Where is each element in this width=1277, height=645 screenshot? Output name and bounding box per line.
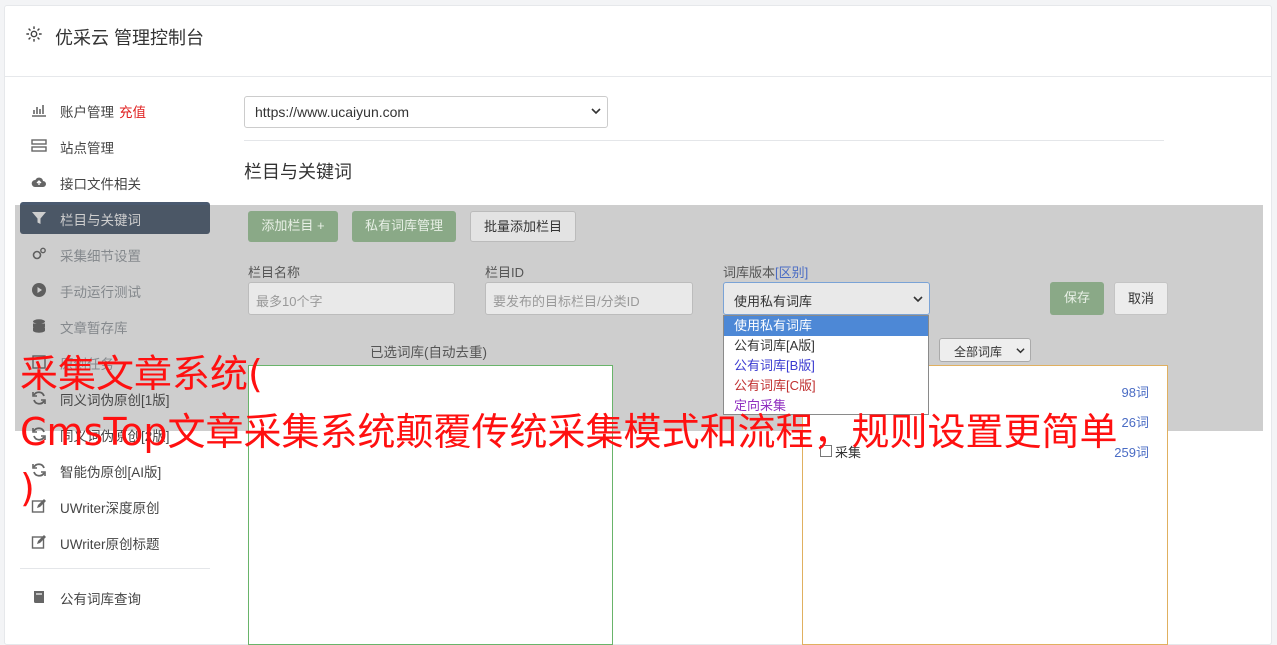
column-id-label: 栏目ID [485, 265, 525, 280]
overlay-caption-line2: CmsTop文章采集系统颠覆传统采集模式和流程，规则设置更简单 [20, 410, 1118, 454]
chevron-down-icon [913, 296, 923, 303]
selected-panel-title: 已选词库(自动去重) [370, 345, 487, 360]
divider [244, 140, 1164, 141]
sidebar-item-uwriter-deep[interactable]: UWriter深度原创 [20, 490, 210, 522]
sidebar-item-public-lib[interactable]: 公有词库查询 [20, 581, 210, 613]
sidebar-item-label: 账户管理 [60, 105, 114, 120]
cancel-button[interactable]: 取消 [1114, 282, 1168, 315]
header: 优采云 管理控制台 [5, 6, 1271, 77]
lib-count: 98词 [1121, 385, 1149, 400]
site-select[interactable]: https://www.ucaiyun.com [244, 96, 608, 128]
sidebar-item-interface[interactable]: 接口文件相关 [20, 166, 210, 198]
column-id-placeholder: 要发布的目标栏目/分类ID [493, 294, 640, 309]
section-title: 栏目与关键词 [244, 162, 352, 182]
lib-version-label: 词库版本[区别] [723, 262, 808, 281]
column-name-placeholder: 最多10个字 [256, 294, 323, 309]
batch-add-button[interactable]: 批量添加栏目 [470, 211, 576, 242]
sidebar-item-label: 站点管理 [60, 141, 114, 156]
private-lib-button[interactable]: 私有词库管理 [352, 211, 456, 242]
sidebar-item-sites[interactable]: 站点管理 [20, 130, 210, 162]
sidebar-item-account[interactable]: 账户管理 充值 [20, 94, 210, 126]
save-button[interactable]: 保存 [1050, 282, 1104, 315]
sidebar-item-label: UWriter深度原创 [60, 501, 160, 516]
column-name-input[interactable]: 最多10个字 [248, 282, 455, 315]
gear-icon [26, 26, 42, 42]
lib-version-select[interactable]: 使用私有词库 [723, 282, 930, 315]
lib-count: 26词 [1121, 415, 1149, 430]
sidebar-item-uwriter-title[interactable]: UWriter原创标题 [20, 526, 210, 558]
column-id-input[interactable]: 要发布的目标栏目/分类ID [485, 282, 693, 315]
overlay-caption-line1: 采集文章系统( [20, 352, 263, 396]
lib-filter-select[interactable]: 全部词库 [939, 338, 1031, 362]
chevron-down-icon [591, 108, 601, 115]
lib-count: 259词 [1114, 445, 1149, 460]
site-select-value: https://www.ucaiyun.com [255, 104, 410, 120]
sidebar-item-label: 接口文件相关 [60, 177, 141, 192]
lib-version-value: 使用私有词库 [734, 294, 813, 309]
lib-version-label-text: 词库版本 [723, 265, 776, 280]
add-column-button[interactable]: 添加栏目 + [248, 211, 338, 242]
sidebar-divider [20, 568, 210, 569]
edit-icon [31, 535, 46, 549]
lib-filter-value: 全部词库 [954, 345, 1003, 359]
dropdown-option[interactable]: 公有词库[B版] [724, 356, 928, 376]
dropdown-option[interactable]: 使用私有词库 [724, 316, 928, 336]
book-icon [34, 591, 44, 603]
sidebar-item-label: 智能伪原创[AI版] [60, 465, 162, 480]
cloud-upload-icon [31, 177, 46, 187]
sidebar-item-label: 公有词库查询 [60, 592, 141, 607]
chevron-down-icon [1016, 348, 1025, 354]
column-name-label: 栏目名称 [248, 265, 301, 280]
dropdown-option[interactable]: 公有词库[C版] [724, 376, 928, 396]
page-title: 优采云 管理控制台 [55, 28, 205, 48]
recharge-link[interactable]: 充值 [119, 105, 146, 120]
server-icon [31, 139, 47, 152]
bar-chart-icon [32, 105, 46, 117]
dropdown-option[interactable]: 公有词库[A版] [724, 336, 928, 356]
sidebar-item-label: UWriter原创标题 [60, 537, 160, 552]
difference-link[interactable]: [区别] [775, 265, 808, 280]
sidebar-item-ai-rewrite[interactable]: 智能伪原创[AI版] [20, 454, 210, 486]
overlay-caption-line3: ) [20, 466, 35, 510]
lib-version-dropdown: 使用私有词库 公有词库[A版] 公有词库[B版] 公有词库[C版] 定向采集 [723, 315, 929, 415]
